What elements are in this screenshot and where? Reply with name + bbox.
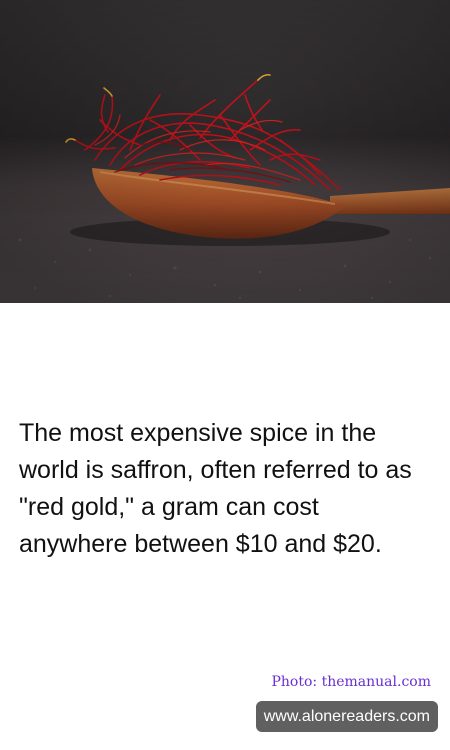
source-badge: www.alonereaders.com [255, 701, 438, 732]
photo-credit: Photo: themanual.com [271, 674, 432, 690]
saffron-photo [0, 0, 450, 303]
fact-text: The most expensive spice in the world is… [19, 419, 412, 558]
